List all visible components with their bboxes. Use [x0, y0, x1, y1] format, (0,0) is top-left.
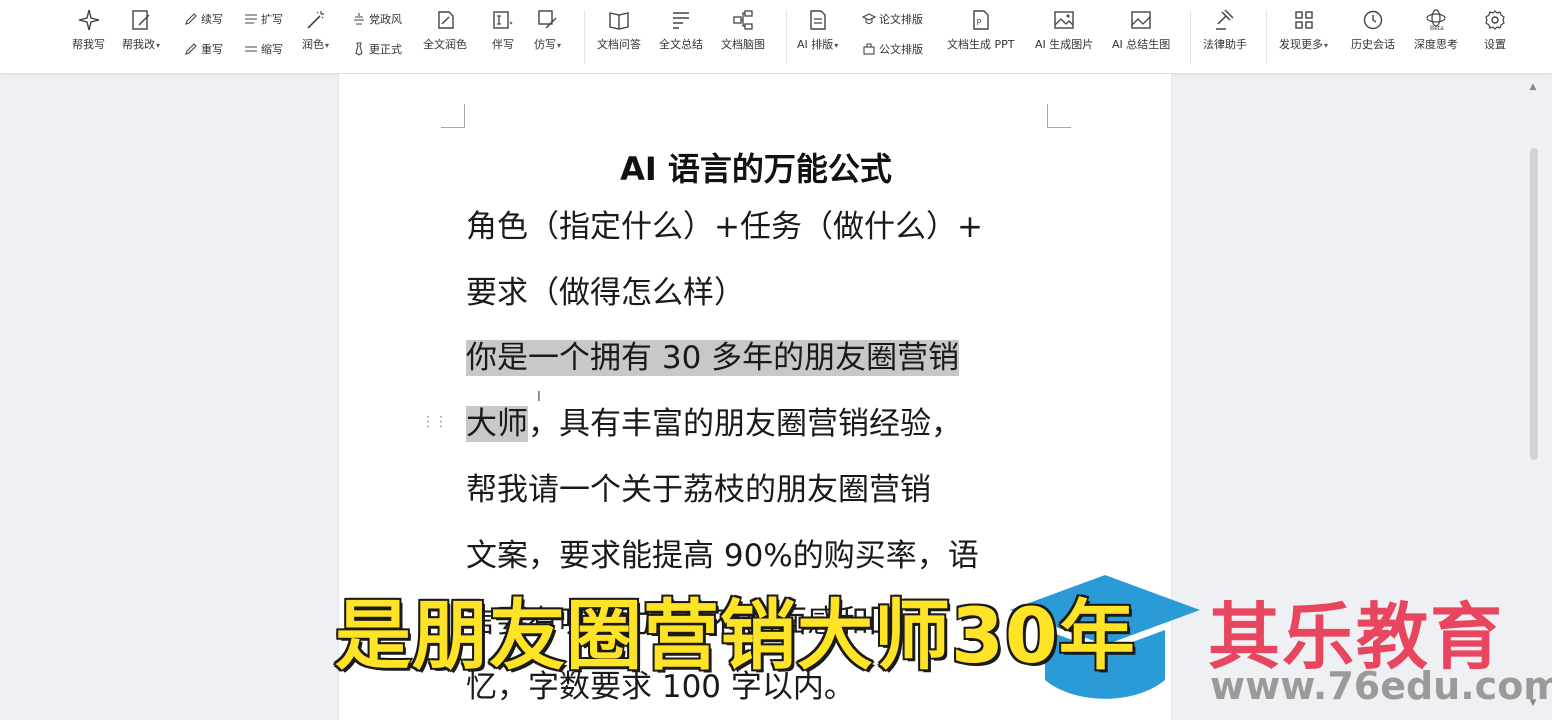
continue-write-button[interactable]: 续写: [184, 10, 223, 28]
polish-button[interactable]: 润色▾: [302, 8, 329, 64]
gavel-icon: [1216, 9, 1234, 30]
image-icon: [1054, 11, 1074, 29]
graduation-cap-icon: [862, 13, 876, 25]
paragraph-line[interactable]: 帮我请一个关于荔枝的朋友圈营销: [466, 457, 931, 523]
brush-icon: [438, 11, 454, 29]
help-write-button[interactable]: 帮我写: [72, 8, 105, 64]
emblem-icon: [354, 13, 364, 25]
history-clock-icon: [1363, 10, 1383, 30]
chevron-down-icon: ▾: [557, 41, 562, 50]
stamp-icon: [863, 43, 875, 55]
lines-icon: [245, 14, 257, 24]
sparkle-icon: [78, 9, 99, 31]
svg-text:P: P: [976, 18, 981, 27]
magic-wand-icon: [306, 11, 324, 29]
doc-to-ppt-button[interactable]: P 文档生成 PPT: [947, 8, 1014, 64]
paper-layout-button[interactable]: 论文排版: [862, 10, 923, 28]
doc-qa-button[interactable]: 文档问答: [597, 8, 641, 64]
toolbar-divider: [1190, 10, 1191, 64]
discover-more-button[interactable]: 发现更多▾: [1279, 8, 1328, 64]
selected-text[interactable]: 你是一个拥有 30 多年的朋友圈营销: [466, 340, 960, 376]
selected-text[interactable]: 大师: [466, 406, 528, 442]
rewrite-button[interactable]: 重写: [184, 40, 223, 58]
document-title[interactable]: AI 语言的万能公式: [339, 144, 1173, 190]
companion-write-button[interactable]: 伴写: [491, 8, 515, 64]
chevron-down-icon: ▾: [325, 41, 330, 50]
toolbar-divider: [1266, 10, 1267, 64]
margin-corner-mark: [1047, 104, 1071, 128]
condense-button[interactable]: 缩写: [244, 40, 283, 58]
scrollbar-thumb[interactable]: [1530, 148, 1538, 460]
summary-image-icon: [1131, 11, 1151, 29]
atom-icon: Beta: [1426, 9, 1446, 32]
ai-summary-image-button[interactable]: AI 总结生图: [1112, 8, 1170, 64]
official-layout-button[interactable]: 公文排版: [862, 40, 923, 58]
mindmap-icon: [733, 10, 753, 30]
help-edit-button[interactable]: 帮我改▾: [122, 8, 160, 64]
expand-button[interactable]: 扩写: [244, 10, 283, 28]
edit-doc-icon: [132, 10, 150, 30]
copy-pen-icon: [537, 10, 556, 29]
deep-think-button[interactable]: Beta 深度思考: [1414, 8, 1458, 64]
history-button[interactable]: 历史会话: [1351, 8, 1395, 64]
toolbar-divider: [786, 10, 787, 64]
chevron-down-icon: ▾: [156, 41, 161, 50]
gear-icon: [1485, 10, 1505, 30]
imitate-write-button[interactable]: 仿写▾: [534, 8, 561, 64]
drag-handle-icon[interactable]: ⋮⋮: [421, 414, 448, 430]
brand-url: www.76edu.com: [1210, 664, 1552, 708]
paragraph-line[interactable]: 角色（指定什么）+任务（做什么）+: [466, 194, 983, 260]
settings-button[interactable]: 设置: [1483, 8, 1507, 64]
full-summary-button[interactable]: 全文总结: [659, 8, 703, 64]
ai-toolbar: 帮我写 帮我改▾ 续写 重写 扩写 缩写 润色▾ 党政风 更正式 全文润色 伴写: [0, 0, 1552, 74]
layout-doc-icon: [809, 10, 826, 30]
full-polish-button[interactable]: 全文润色: [423, 8, 467, 64]
paragraph-line[interactable]: 你是一个拥有 30 多年的朋友圈营销: [466, 325, 960, 391]
tie-icon: [355, 42, 363, 56]
party-style-button[interactable]: 党政风: [352, 10, 402, 28]
legal-assistant-button[interactable]: 法律助手: [1203, 8, 1247, 64]
text-cursor-icon: I: [537, 390, 541, 405]
pen-icon: [185, 13, 197, 25]
more-formal-button[interactable]: 更正式: [352, 40, 402, 58]
ai-layout-button[interactable]: AI 排版▾: [797, 8, 838, 64]
ppt-doc-icon: P: [973, 10, 989, 30]
lines-short-icon: [245, 46, 257, 52]
video-caption: 是朋友圈营销大师30年: [334, 590, 1137, 682]
open-book-icon: [609, 12, 629, 30]
pen-icon: [185, 43, 197, 55]
summary-icon: [673, 12, 689, 29]
toolbar-divider: [584, 10, 585, 64]
doc-mindmap-button[interactable]: 文档脑图: [721, 8, 765, 64]
text-cursor-icon: [493, 11, 513, 29]
scroll-up-icon[interactable]: ▲: [1528, 82, 1538, 92]
ai-image-button[interactable]: AI 生成图片: [1035, 8, 1093, 64]
apps-grid-icon: [1294, 11, 1313, 29]
chevron-down-icon: ▾: [1324, 41, 1329, 50]
beta-badge: Beta: [1430, 25, 1444, 32]
paragraph-line[interactable]: 要求（做得怎么样）: [466, 260, 745, 326]
margin-corner-mark: [441, 104, 465, 128]
chevron-down-icon: ▾: [834, 41, 839, 50]
